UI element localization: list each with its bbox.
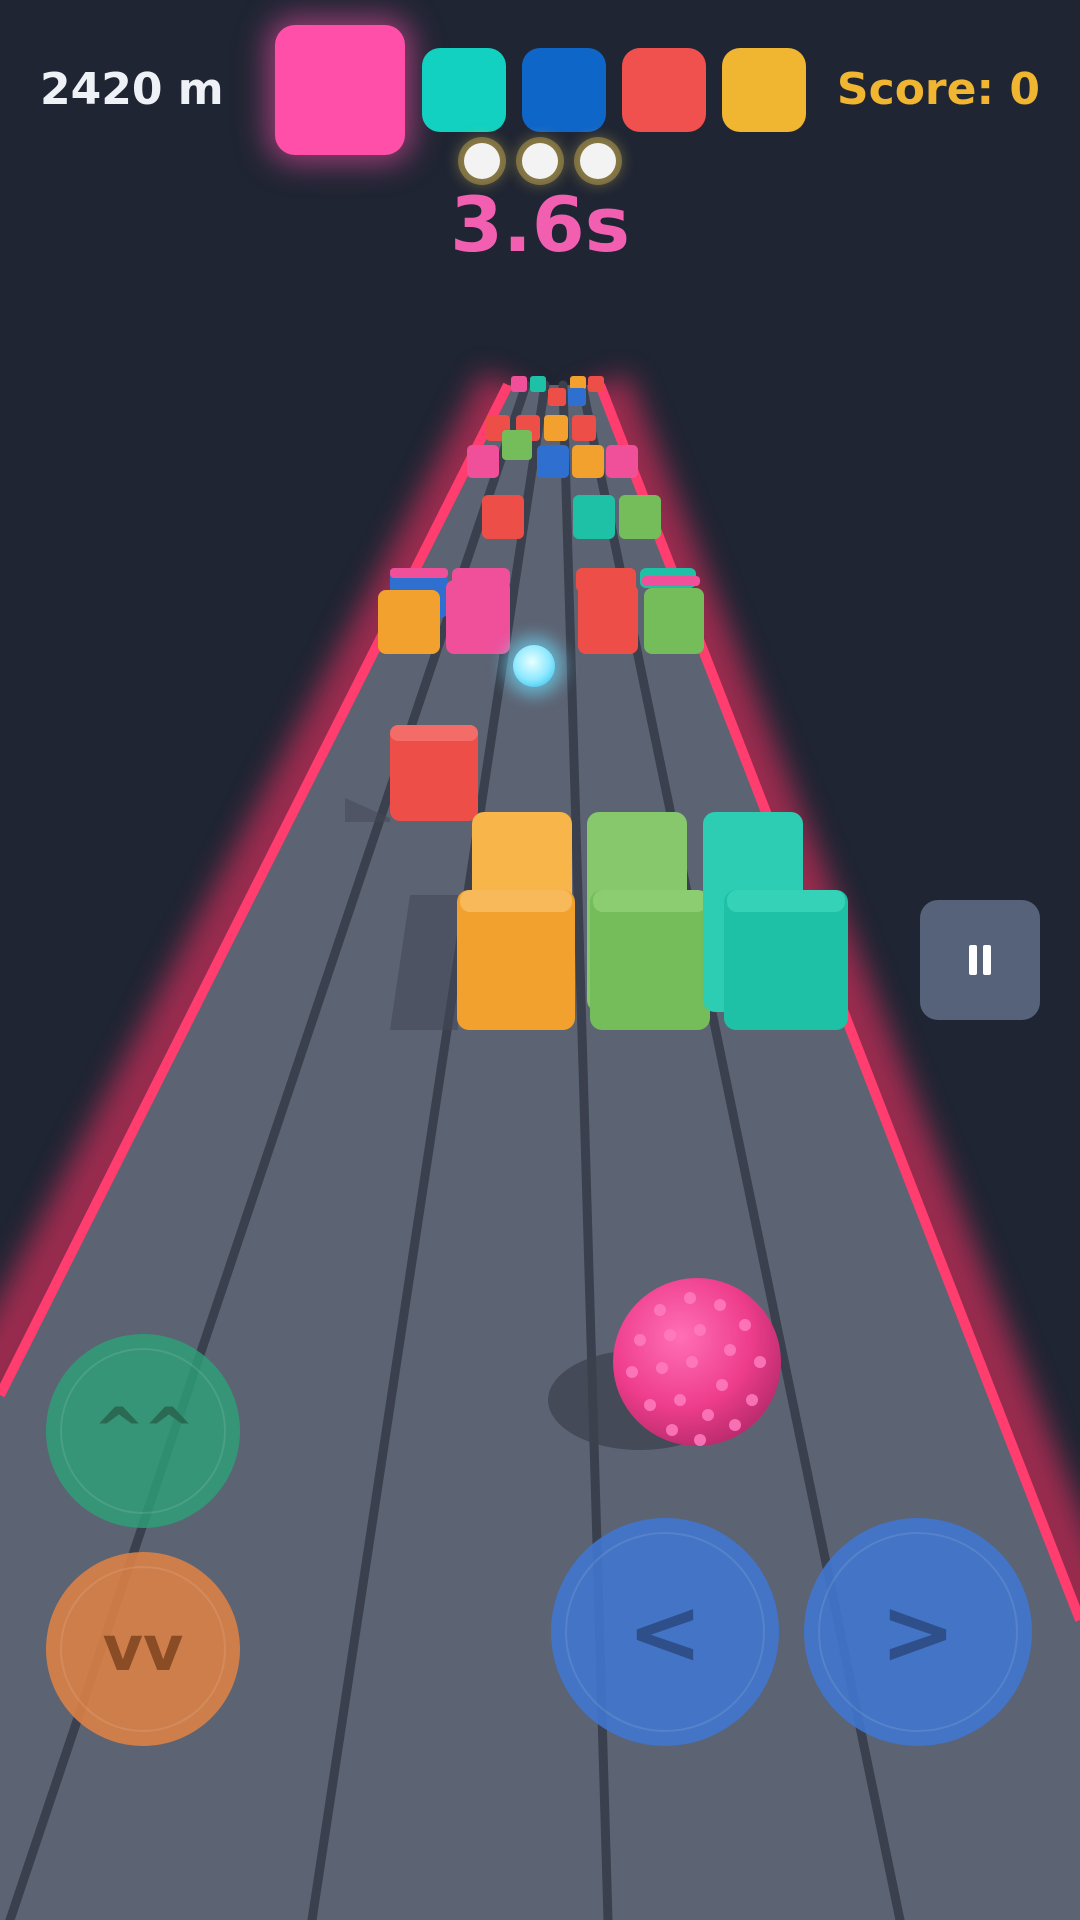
color-swatch-blue [522,48,606,132]
pause-button[interactable] [920,900,1040,1020]
color-swatch-yellow [722,48,806,132]
countdown-timer: 3.6s [450,180,630,269]
move-right-button[interactable]: > [804,1518,1032,1746]
color-swatch-teal [422,48,506,132]
score-readout: Score: 0 [836,64,1040,115]
jump-button[interactable]: ^^ [46,1334,240,1528]
active-color-swatch [275,25,405,155]
color-swatch-red [622,48,706,132]
life-indicator [464,143,500,179]
distance-readout: 2420 m [40,64,224,115]
pause-icon [966,945,994,975]
duck-button[interactable]: vv [46,1552,240,1746]
life-indicator [522,143,558,179]
move-left-button[interactable]: < [551,1518,779,1746]
energy-orb [513,645,555,687]
life-indicator [580,143,616,179]
